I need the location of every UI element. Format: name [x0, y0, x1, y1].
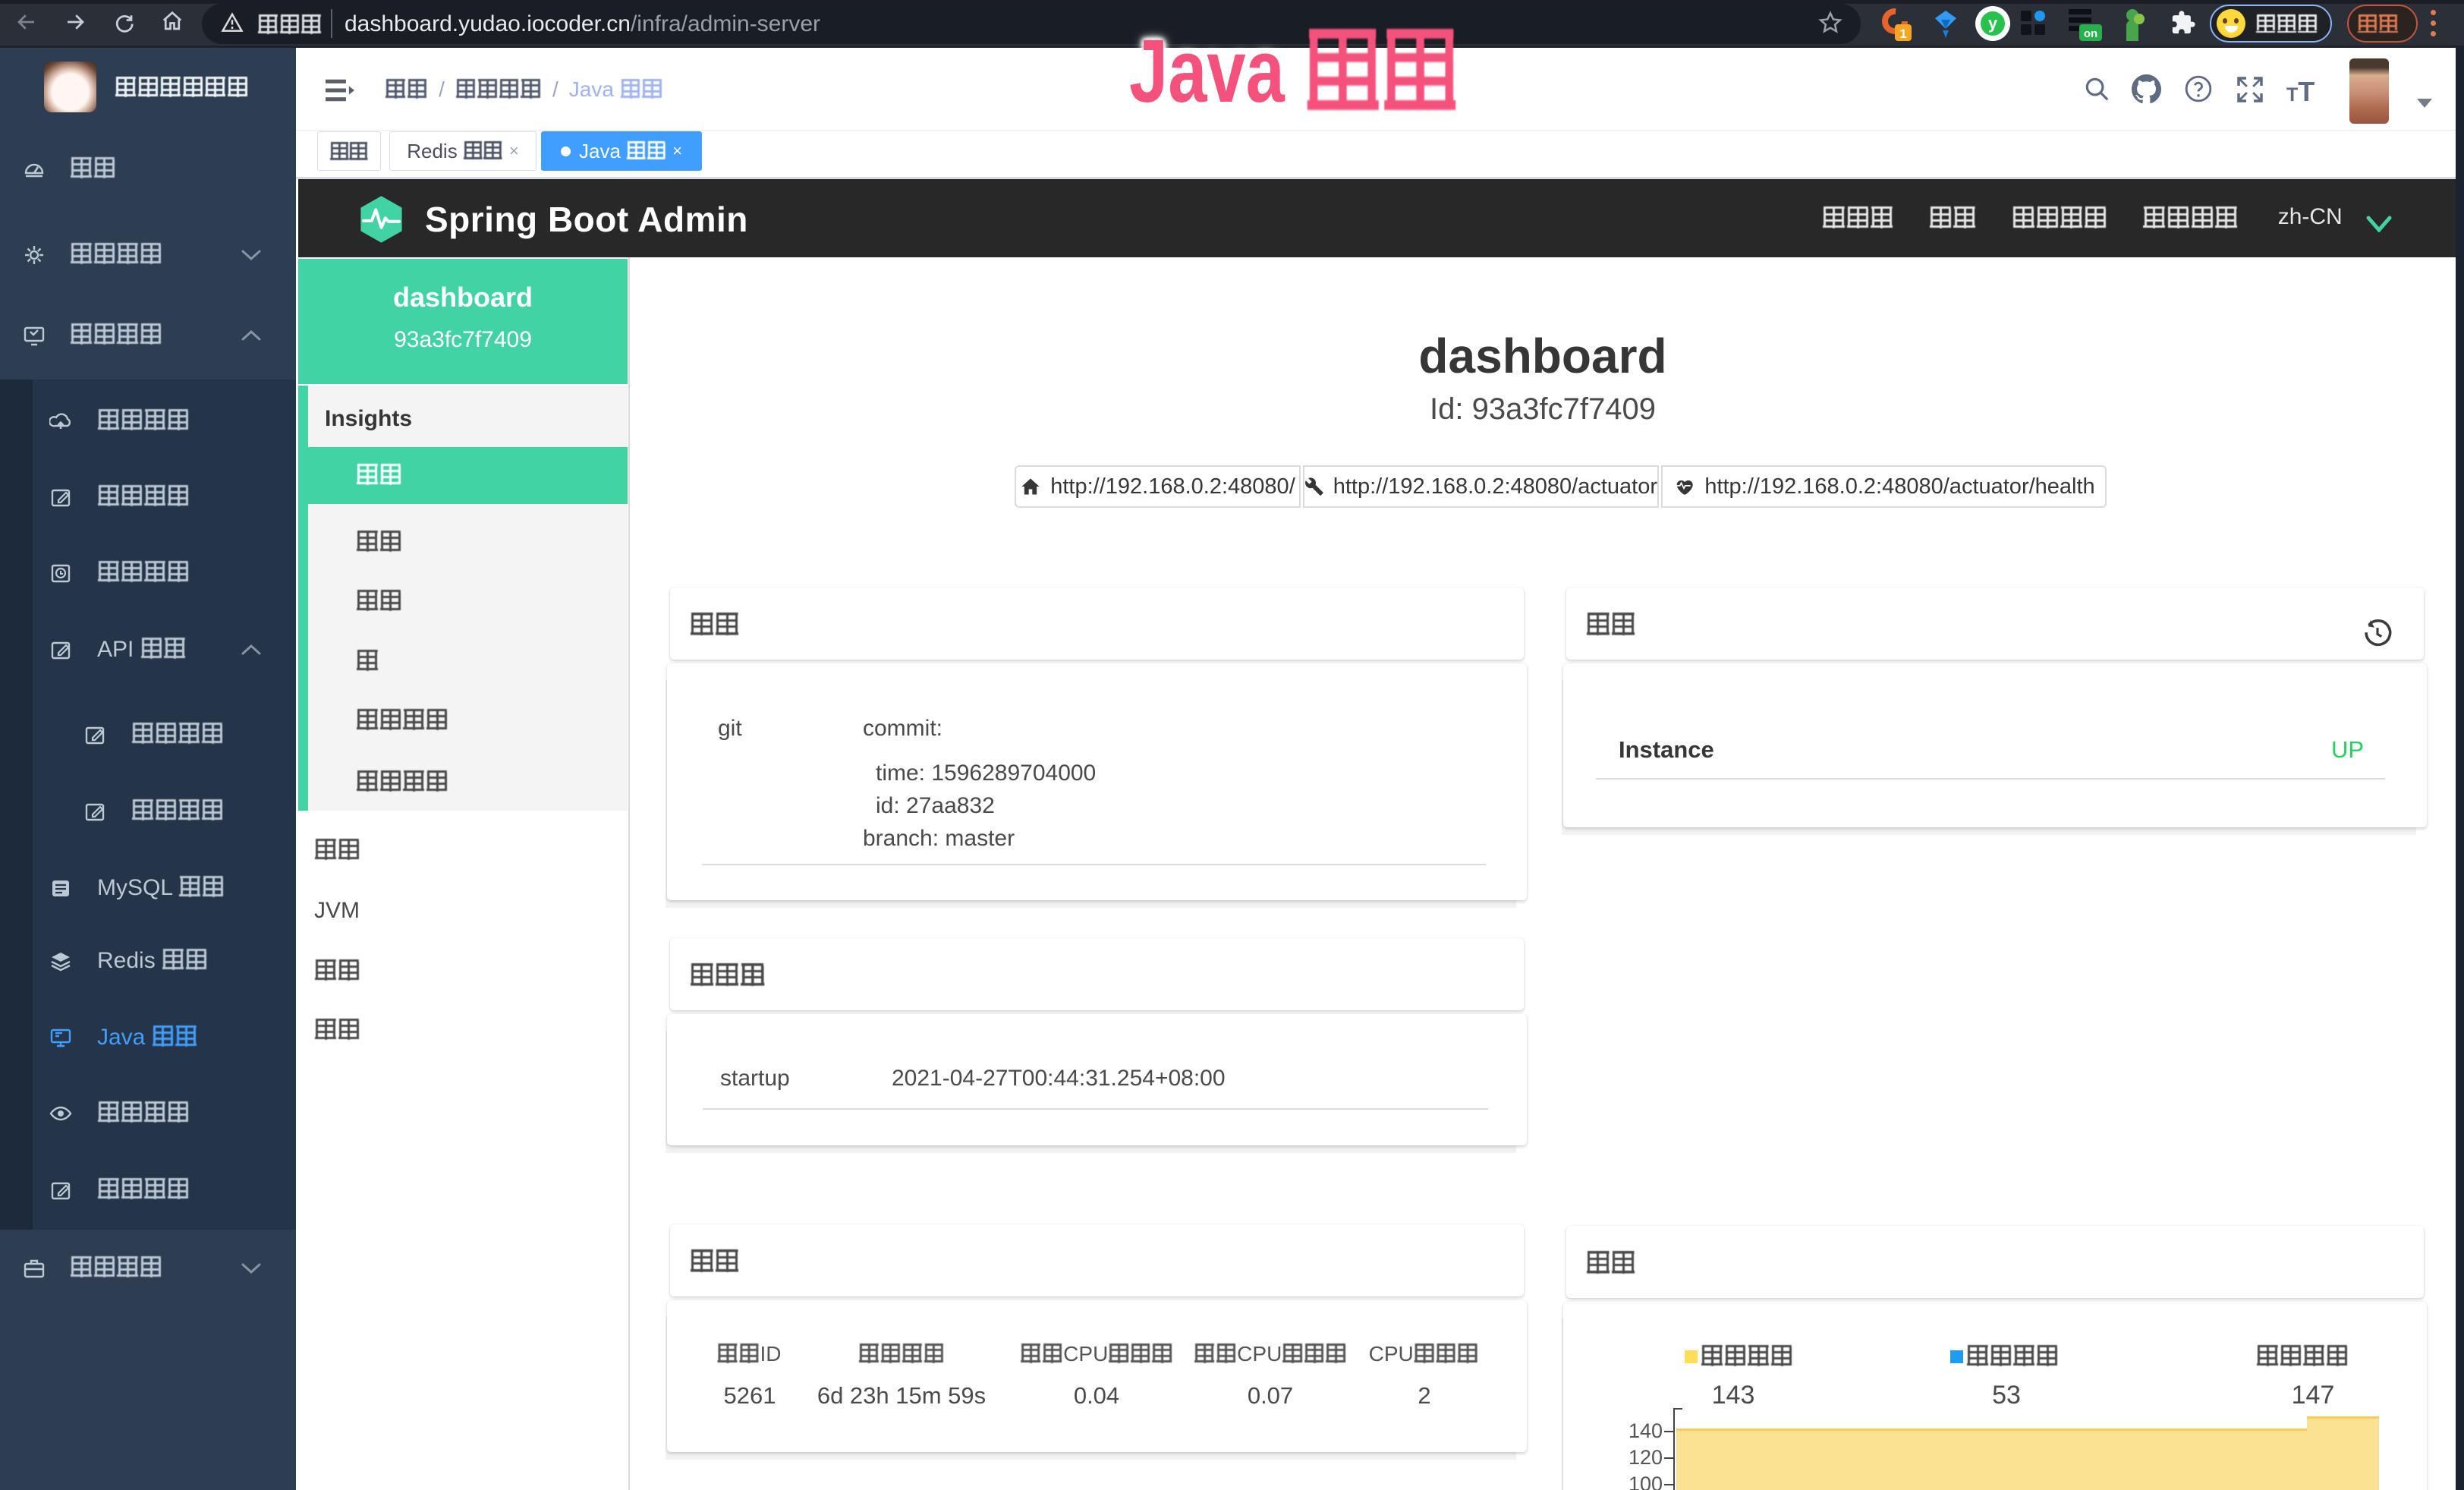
svg-text:1: 1 — [1899, 27, 1906, 41]
svg-text:on: on — [2084, 27, 2097, 40]
